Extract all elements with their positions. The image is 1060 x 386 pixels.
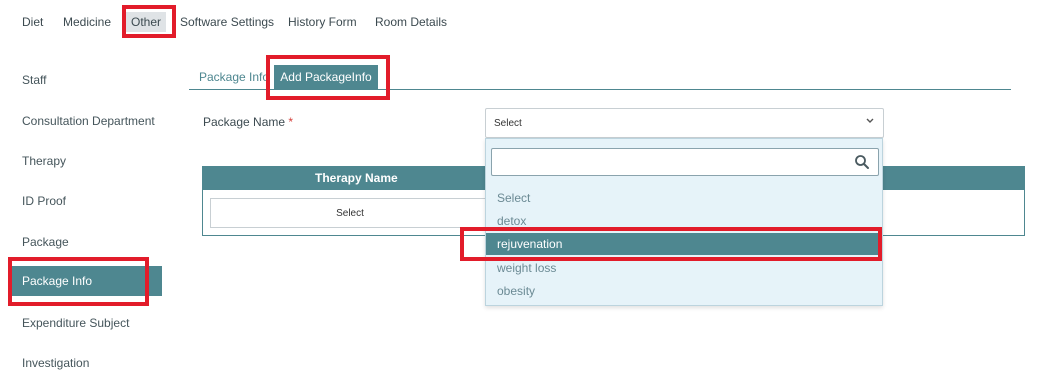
highlight-box-rejuvenation: [460, 227, 882, 261]
dropdown-option-obesity[interactable]: obesity: [486, 280, 882, 302]
package-name-select-value: Select: [494, 118, 522, 129]
dropdown-option-select[interactable]: Select: [486, 187, 882, 209]
sidebar-item-investigation[interactable]: Investigation: [22, 354, 89, 372]
required-mark: *: [288, 115, 294, 129]
highlight-box-add-packageinfo: [266, 55, 390, 100]
highlight-box-other: [122, 5, 176, 38]
highlight-box-package-info: [8, 257, 149, 306]
search-icon: [854, 154, 870, 170]
package-name-dropdown: Select detox rejuvenation weight loss ob…: [485, 138, 883, 306]
sidebar-item-staff[interactable]: Staff: [22, 71, 46, 89]
sidebar-item-consultation-department[interactable]: Consultation Department: [22, 112, 155, 130]
topnav-item-history-form[interactable]: History Form: [288, 12, 357, 32]
topnav-item-diet[interactable]: Diet: [22, 12, 43, 32]
tab-package-info[interactable]: Package Info: [199, 68, 269, 86]
therapy-name-select-value: Select: [336, 208, 364, 219]
therapy-name-select[interactable]: Select: [210, 198, 490, 228]
sidebar-item-expenditure-subject[interactable]: Expenditure Subject: [22, 314, 129, 332]
package-name-label: Package Name *: [203, 115, 294, 129]
dropdown-search-input[interactable]: [491, 148, 879, 176]
chevron-down-icon: [866, 116, 874, 127]
topnav-item-medicine[interactable]: Medicine: [63, 12, 111, 32]
sidebar-item-package[interactable]: Package: [22, 233, 69, 251]
package-name-select[interactable]: Select: [485, 108, 884, 138]
topnav-item-room-details[interactable]: Room Details: [375, 12, 447, 32]
topnav-item-software-settings[interactable]: Software Settings: [180, 12, 274, 32]
sidebar-item-id-proof[interactable]: ID Proof: [22, 192, 66, 210]
therapy-name-header: Therapy Name: [315, 171, 398, 185]
sidebar-item-therapy[interactable]: Therapy: [22, 152, 66, 170]
